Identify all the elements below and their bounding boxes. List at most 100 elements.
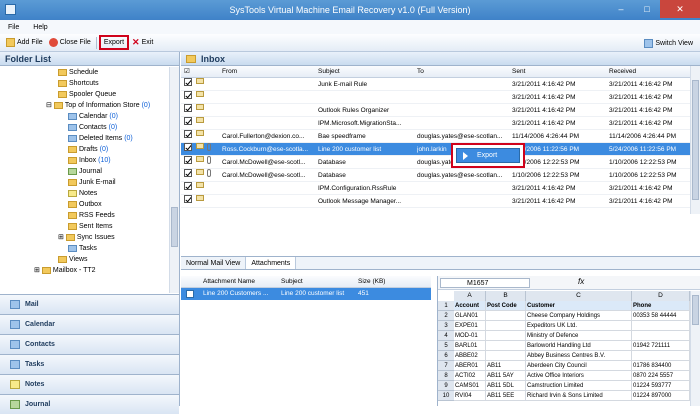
export-button[interactable]: Export — [98, 35, 130, 50]
folder-contacts[interactable]: Contacts (0) — [68, 122, 117, 133]
sheet-cell[interactable]: Cheese Company Holdings — [526, 311, 632, 321]
nav-calendar-button[interactable]: Calendar — [0, 314, 179, 334]
collapse-icon[interactable]: ⊟ — [46, 100, 52, 111]
sheet-cell[interactable]: 00353 58 44444 — [632, 311, 690, 321]
column-subject[interactable]: Subject — [318, 66, 340, 78]
folder-shortcuts[interactable]: Shortcuts — [58, 78, 99, 89]
folder-notes[interactable]: Notes — [68, 188, 97, 199]
row-checkbox[interactable] — [184, 78, 192, 86]
spreadsheet-scrollbar[interactable] — [690, 291, 700, 406]
message-row[interactable]: 3/21/2011 4:16:42 PM 3/21/2011 4:16:42 PM — [181, 91, 691, 104]
exit-button[interactable]: ✕ Exit — [129, 35, 156, 50]
scrollbar-thumb[interactable] — [171, 207, 178, 247]
message-row-selected[interactable]: Ross.Cockburn@ese-scotla... Line 200 cust… — [181, 143, 691, 156]
header-cell[interactable]: Post Code — [486, 301, 526, 311]
row-checkbox[interactable] — [184, 91, 192, 99]
sheet-cell[interactable]: 0870 224 5557 — [632, 371, 690, 381]
header-cell[interactable]: Phone — [632, 301, 690, 311]
maximize-button[interactable]: □ — [634, 0, 660, 18]
sheet-cell[interactable]: CAMS01 — [454, 381, 486, 391]
sheet-cell[interactable]: ABBE02 — [454, 351, 486, 361]
close-window-button[interactable]: ✕ — [660, 0, 700, 18]
row-checkbox[interactable] — [184, 130, 192, 138]
message-row[interactable]: Carol.McDowell@ese-scotl...Databasedougl… — [181, 169, 691, 182]
sheet-cell[interactable]: Aberdeen City Council — [526, 361, 632, 371]
sheet-cell[interactable]: ACTI02 — [454, 371, 486, 381]
sheet-cell[interactable]: AB11 5DL — [486, 381, 526, 391]
expand-icon[interactable]: ⊞ — [34, 265, 40, 276]
sheet-cell[interactable]: Richard Irvin & Sons Limited — [526, 391, 632, 401]
folder-top-of-information-store[interactable]: ⊟ Top of Information Store (0) — [46, 100, 150, 111]
sheet-cell[interactable] — [486, 321, 526, 331]
close-file-button[interactable]: Close File — [46, 35, 94, 50]
tab-normal-mail-view[interactable]: Normal Mail View — [181, 257, 247, 269]
tab-attachments[interactable]: Attachments — [246, 257, 297, 269]
column-attachment-subject[interactable]: Subject — [281, 276, 303, 288]
row-checkbox[interactable] — [184, 195, 192, 203]
row-checkbox[interactable] — [184, 104, 192, 112]
nav-tasks-button[interactable]: Tasks — [0, 354, 179, 374]
select-all-checkbox[interactable]: ☑ — [184, 66, 190, 78]
folder-drafts[interactable]: Drafts (0) — [68, 144, 108, 155]
message-row[interactable]: Junk E-mail Rule 3/21/2011 4:16:42 PM 3/21… — [181, 78, 691, 91]
add-file-button[interactable]: Add File — [3, 35, 46, 50]
message-row[interactable]: Outlook Message Manager... 3/21/2011 4:16… — [181, 195, 691, 208]
sheet-cell[interactable]: AB11 5AY — [486, 371, 526, 381]
header-cell[interactable]: Account — [454, 301, 486, 311]
row-checkbox[interactable] — [184, 143, 192, 151]
sheet-cell[interactable]: AB11 — [486, 361, 526, 371]
switch-view-button[interactable]: Switch View — [641, 36, 696, 51]
folder-mailbox-tt2[interactable]: ⊞ Mailbox - TT2 — [34, 265, 96, 276]
menu-help[interactable]: Help — [33, 24, 47, 31]
sheet-cell[interactable]: Active Office Interiors — [526, 371, 632, 381]
menu-file[interactable]: File — [8, 24, 19, 31]
attachment-row[interactable]: Line 200 Customers ... Line 200 customer… — [181, 288, 431, 300]
sheet-cell[interactable]: 01942 721111 — [632, 341, 690, 351]
sheet-cell[interactable]: 01224 897000 — [632, 391, 690, 401]
folder-tree-scrollbar[interactable] — [169, 67, 179, 293]
sheet-cell[interactable]: Abbey Business Centres B.V. — [526, 351, 632, 361]
nav-notes-button[interactable]: Notes — [0, 374, 179, 394]
column-attachment-name[interactable]: Attachment Name — [203, 276, 255, 288]
sheet-cell[interactable]: 01224 593777 — [632, 381, 690, 391]
row-checkbox[interactable] — [184, 117, 192, 125]
folder-junk-email[interactable]: Junk E-mail — [68, 177, 116, 188]
cell-reference-box[interactable]: M1657 — [440, 278, 530, 288]
column-attachment-size[interactable]: Size (KB) — [358, 276, 385, 288]
sheet-cell[interactable] — [632, 331, 690, 341]
column-sent[interactable]: Sent — [512, 66, 525, 78]
sheet-cell[interactable]: ABER01 — [454, 361, 486, 371]
sheet-cell[interactable] — [486, 331, 526, 341]
sheet-cell[interactable]: AB11 5EE — [486, 391, 526, 401]
message-row[interactable]: Carol.McDowell@ese-scotl...Databasedougl… — [181, 156, 691, 169]
folder-tasks[interactable]: Tasks — [68, 243, 97, 254]
sheet-cell[interactable]: Barloworld Handling Ltd — [526, 341, 632, 351]
message-row[interactable]: Carol.Fullerton@dexion.co... Bae speedfra… — [181, 130, 691, 143]
sheet-cell[interactable] — [486, 311, 526, 321]
message-row[interactable]: Outlook Rules Organizer 3/21/2011 4:16:42… — [181, 104, 691, 117]
context-menu-export[interactable]: Export — [456, 148, 520, 163]
folder-calendar[interactable]: Calendar (0) — [68, 111, 118, 122]
sheet-cell[interactable]: Camstruction Limited — [526, 381, 632, 391]
folder-deleted-items[interactable]: Deleted Items (0) — [68, 133, 133, 144]
folder-outbox[interactable]: Outbox — [68, 199, 102, 210]
sheet-cell[interactable]: GLAN01 — [454, 311, 486, 321]
message-row[interactable]: IPM.Configuration.RssRule 3/21/2011 4:16:… — [181, 182, 691, 195]
row-checkbox[interactable] — [184, 156, 192, 164]
sheet-cell[interactable]: EXPE01 — [454, 321, 486, 331]
folder-rss-feeds[interactable]: RSS Feeds — [68, 210, 115, 221]
nav-contacts-button[interactable]: Contacts — [0, 334, 179, 354]
sheet-cell[interactable]: MOD-01 — [454, 331, 486, 341]
sheet-cell[interactable] — [632, 351, 690, 361]
folder-schedule[interactable]: Schedule — [58, 67, 98, 78]
nav-journal-button[interactable]: Journal — [0, 394, 179, 414]
nav-mail-button[interactable]: Mail — [0, 294, 179, 314]
sheet-cell[interactable]: Ministry of Defence — [526, 331, 632, 341]
folder-views[interactable]: Views — [58, 254, 88, 265]
expand-icon[interactable]: ⊞ — [58, 232, 64, 243]
minimize-button[interactable]: – — [608, 0, 634, 18]
sheet-cell[interactable] — [486, 351, 526, 361]
column-to[interactable]: To — [417, 66, 424, 78]
sheet-cell[interactable]: Expeditors UK Ltd. — [526, 321, 632, 331]
row-checkbox[interactable] — [184, 182, 192, 190]
